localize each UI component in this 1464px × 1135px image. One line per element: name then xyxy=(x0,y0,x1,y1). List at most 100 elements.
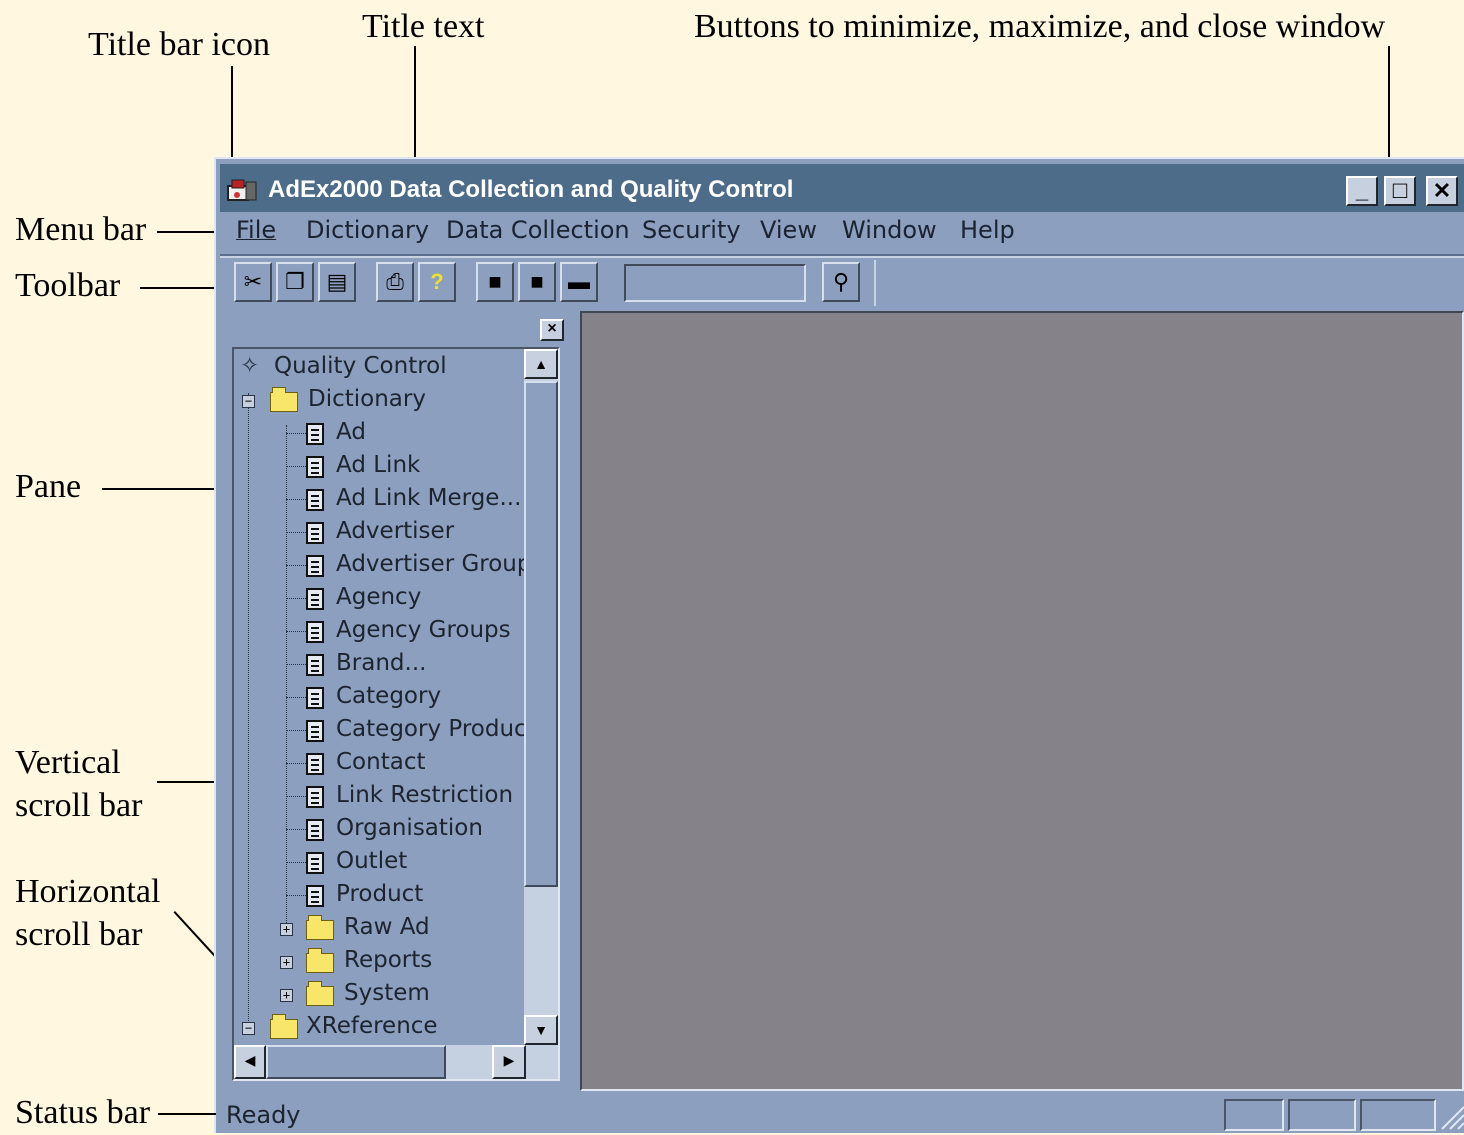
annotation-title-text: Title text xyxy=(362,8,485,45)
horizontal-scroll-thumb[interactable] xyxy=(266,1045,446,1079)
annotation-vertical-scroll-bar-line1: Vertical xyxy=(15,744,121,781)
document-icon xyxy=(306,423,324,445)
annotation-status-bar: Status bar xyxy=(15,1092,153,1135)
cut-icon[interactable]: ✂ xyxy=(234,262,272,302)
toolbar: ✂ ❐ ▤ ⎙ ? ■ ■ ▬ ⚲ xyxy=(220,258,1464,310)
application-window: AdEx2000 Data Collection and Quality Con… xyxy=(214,157,1464,1133)
collapse-icon[interactable]: − xyxy=(242,1022,255,1035)
expand-icon[interactable]: + xyxy=(280,956,293,969)
tree-node-label: System xyxy=(344,980,430,1006)
scroll-left-arrow-icon[interactable]: ◀ xyxy=(234,1045,266,1079)
vertical-scroll-bar[interactable]: ▲ ▼ xyxy=(524,349,558,1045)
menu-help[interactable]: Help xyxy=(960,216,1015,244)
find-icon[interactable]: ⚲ xyxy=(822,262,860,302)
document-icon xyxy=(306,588,324,610)
app-title-icon[interactable] xyxy=(226,176,260,204)
menu-window[interactable]: Window xyxy=(842,216,937,244)
annotation-vertical-scroll-bar-line2: scroll bar xyxy=(15,787,143,824)
annotation-title-bar-icon: Title bar icon xyxy=(88,26,270,63)
annotation-menu-bar: Menu bar xyxy=(15,211,147,248)
tree-connector xyxy=(286,565,306,566)
document-icon xyxy=(306,522,324,544)
tree-node-label: Link Restriction xyxy=(336,782,514,808)
menu-bar: File Dictionary Data Collection Security… xyxy=(220,212,1464,256)
open-folder-icon xyxy=(270,1014,298,1039)
pointer-line-title-icon xyxy=(231,66,233,170)
tree-connector xyxy=(286,730,306,731)
pointer-line-title-text xyxy=(414,46,416,170)
folder-icon xyxy=(306,915,334,940)
resize-grip-icon[interactable] xyxy=(1440,1101,1464,1131)
collapse-icon[interactable]: − xyxy=(242,395,255,408)
close-button[interactable]: ✕ xyxy=(1426,176,1458,206)
status-cell-1 xyxy=(1224,1099,1284,1131)
window-title: AdEx2000 Data Collection and Quality Con… xyxy=(268,176,794,203)
tree-connector xyxy=(286,598,306,599)
scroll-right-arrow-icon[interactable]: ▶ xyxy=(492,1045,526,1079)
pointer-line-status-bar xyxy=(158,1113,216,1115)
title-bar[interactable]: AdEx2000 Data Collection and Quality Con… xyxy=(220,164,1464,212)
quality-control-icon: ✧ xyxy=(240,353,260,379)
pane: × ✧ Quality Control − Dictionary Ad Ad L… xyxy=(218,311,578,1087)
tree-node-label: Reports xyxy=(344,947,433,973)
annotation-toolbar: Toolbar xyxy=(15,267,121,304)
tree-node-label: Category xyxy=(336,683,442,709)
status-cell-2 xyxy=(1288,1099,1356,1131)
menu-view[interactable]: View xyxy=(760,216,817,244)
tree-view[interactable]: ✧ Quality Control − Dictionary Ad Ad Lin… xyxy=(232,347,560,1081)
minimize-button[interactable]: _ xyxy=(1346,176,1378,206)
scroll-down-arrow-icon[interactable]: ▼ xyxy=(524,1015,558,1045)
document-icon xyxy=(306,489,324,511)
document-icon xyxy=(306,555,324,577)
folder-icon xyxy=(306,948,334,973)
print-icon[interactable]: ⎙ xyxy=(376,262,414,302)
tree-connector xyxy=(286,895,306,896)
tree-node-label: Ad xyxy=(336,419,366,445)
toolbar-combo-box[interactable] xyxy=(624,264,806,302)
document-icon xyxy=(306,720,324,742)
menu-file[interactable]: File xyxy=(236,216,276,244)
tile-icon[interactable]: ■ xyxy=(476,262,514,302)
menu-dictionary[interactable]: Dictionary xyxy=(306,216,429,244)
tree-node-label: Outlet xyxy=(336,848,408,874)
pointer-line-toolbar xyxy=(140,287,216,289)
tree-node-label: Product xyxy=(336,881,424,907)
annotation-pane: Pane xyxy=(15,468,82,505)
tree-node-label: Raw Ad xyxy=(344,914,430,940)
tree-node-label: Agency xyxy=(336,584,422,610)
tree-connector xyxy=(286,862,306,863)
tree-connector xyxy=(286,763,306,764)
document-icon xyxy=(306,456,324,478)
tree-node-label: Advertiser Group xyxy=(336,551,524,577)
tree-node-label: XReference xyxy=(306,1013,438,1039)
tree-connector xyxy=(286,532,306,533)
expand-icon[interactable]: + xyxy=(280,923,293,936)
menu-data-collection[interactable]: Data Collection xyxy=(446,216,630,244)
tree-connector xyxy=(286,466,306,467)
tree-node-label: Category Product xyxy=(336,716,524,742)
vertical-scroll-thumb[interactable] xyxy=(524,381,558,887)
annotation-horizontal-scroll-bar-line2: scroll bar xyxy=(15,916,143,953)
document-icon xyxy=(306,819,324,841)
pane-close-button[interactable]: × xyxy=(540,319,564,341)
menu-security[interactable]: Security xyxy=(642,216,741,244)
help-icon[interactable]: ? xyxy=(418,262,456,302)
expand-icon[interactable]: + xyxy=(280,989,293,1002)
document-icon xyxy=(306,885,324,907)
tree-connector xyxy=(286,631,306,632)
mdi-client-area[interactable] xyxy=(580,311,1464,1091)
tree-node-label: Contact xyxy=(336,749,426,775)
horizontal-scroll-bar[interactable]: ◀ ▶ xyxy=(234,1045,558,1079)
cascade-icon[interactable]: ■ xyxy=(518,262,556,302)
copy-icon[interactable]: ❐ xyxy=(276,262,314,302)
arrange-icon[interactable]: ▬ xyxy=(560,262,598,302)
tree-connector xyxy=(286,796,306,797)
paste-icon[interactable]: ▤ xyxy=(318,262,356,302)
tree-connector xyxy=(286,829,306,830)
tree-connector xyxy=(286,499,306,500)
maximize-button[interactable]: □ xyxy=(1384,176,1416,206)
scroll-up-arrow-icon[interactable]: ▲ xyxy=(524,349,558,379)
status-text: Ready xyxy=(226,1101,301,1129)
document-icon xyxy=(306,852,324,874)
tree-guide-root xyxy=(248,393,249,1033)
